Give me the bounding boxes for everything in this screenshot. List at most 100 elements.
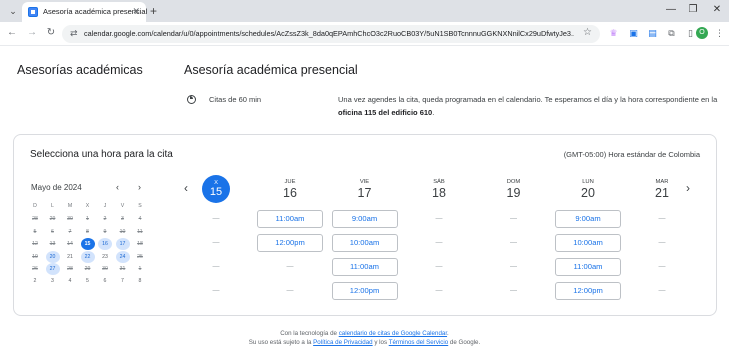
day-name: DOM [506, 179, 521, 185]
description-bold: oficina 115 del edificio 610 [338, 107, 433, 117]
mini-calendar-day[interactable]: 17 [115, 238, 130, 251]
mini-calendar-day: 1 [138, 266, 142, 272]
mini-calendar-next-icon[interactable]: › [138, 182, 141, 192]
mini-calendar-day[interactable]: 24 [115, 250, 130, 263]
no-slot-dash: — [212, 263, 220, 270]
card-title: Selecciona una hora para la cita [30, 149, 173, 160]
mini-calendar-weekday: D [33, 203, 37, 209]
day-header[interactable]: LUN 20 [558, 177, 618, 200]
day-header[interactable]: VIE 17 [335, 177, 395, 200]
mini-calendar-day: 13 [49, 241, 56, 248]
mini-calendar-day[interactable]: 22 [80, 250, 95, 263]
mini-calendar-day[interactable]: 15 [80, 238, 95, 251]
address-bar[interactable]: ⇄ calendar.google.com/calendar/u/0/appoi… [62, 25, 600, 43]
time-slot-button[interactable]: 12:00pm [555, 282, 621, 300]
site-info-icon[interactable]: ⇄ [70, 28, 78, 39]
extensions-puzzle-icon[interactable]: ⧉ [666, 28, 677, 39]
profile-avatar[interactable]: O [696, 27, 708, 39]
side-panel-icon[interactable]: ▯ [685, 28, 696, 39]
day-number: 17 [357, 186, 372, 200]
back-icon[interactable]: ← [6, 27, 18, 38]
extension-record-icon[interactable]: ▣ [628, 28, 639, 39]
footer-legal-end: de Google. [448, 339, 481, 346]
mini-calendar-day: 25 [137, 253, 143, 260]
new-tab-icon[interactable]: + [150, 4, 157, 18]
time-slot-button[interactable]: 12:00pm [257, 234, 323, 252]
day-header[interactable]: DOM 19 [484, 177, 544, 200]
privacy-policy-link[interactable]: Política de Privacidad [313, 339, 373, 346]
mini-calendar-day[interactable]: 27 [45, 263, 60, 275]
tab-search-icon[interactable]: ⌄ [6, 5, 20, 17]
day-number: 19 [506, 186, 521, 200]
mini-calendar-day: 2 [103, 216, 107, 223]
no-slot-dash: — [286, 263, 294, 270]
day-header[interactable]: MAR 21 [632, 177, 692, 200]
time-slot-button[interactable]: 12:00pm [331, 282, 398, 300]
mini-calendar-day: 23 [102, 253, 108, 260]
mini-calendar-weekday: V [120, 203, 125, 209]
time-slot-button[interactable]: 11:00am [555, 258, 621, 276]
footer-text: Con la tecnología de [280, 330, 339, 337]
day-name: VIE [359, 179, 370, 185]
mini-calendar-weekday: M [67, 203, 73, 209]
description-text: Una vez agendes la cita, queda programad… [338, 95, 718, 104]
mini-calendar-day: 4 [138, 216, 142, 223]
bookmark-star-icon[interactable]: ☆ [583, 27, 592, 38]
mini-calendar-prev-icon[interactable]: ‹ [116, 182, 119, 192]
mini-calendar-day: 6 [51, 228, 54, 235]
time-slot-button[interactable]: 9:00am [331, 210, 398, 228]
more-menu-icon[interactable]: ⋮ [714, 28, 725, 39]
extension-doc-icon[interactable]: ▤ [647, 28, 658, 39]
day-number: 21 [655, 186, 669, 200]
close-tab-icon[interactable]: ✕ [132, 6, 140, 17]
time-slot-button[interactable]: 10:00am [555, 234, 621, 252]
mini-calendar-day: 29 [49, 216, 56, 223]
no-slot-dash: — [658, 263, 666, 270]
day-number: 16 [283, 186, 297, 200]
forward-icon[interactable]: → [26, 27, 38, 38]
mini-calendar-weekday: J [103, 203, 107, 209]
mini-calendar-day: 26 [32, 266, 38, 272]
mini-calendar-day[interactable]: 20 [45, 250, 60, 263]
day-header[interactable]: JUE 16 [260, 177, 320, 200]
mini-calendar-weekday: S [138, 203, 142, 209]
time-slot-button[interactable]: 11:00am [257, 210, 323, 228]
calendar-appointments-link[interactable]: calendario de citas de Google Calendar [339, 330, 447, 337]
calendar-favicon-icon [28, 7, 38, 17]
mini-calendar-day: 28 [32, 216, 38, 223]
no-slot-dash: — [510, 287, 517, 294]
reload-icon[interactable]: ↻ [45, 27, 57, 38]
no-slot-dash: — [510, 263, 517, 270]
no-slot-dash: — [658, 287, 666, 294]
mini-calendar-day: 11 [137, 228, 143, 235]
day-header[interactable]: SÁB 18 [409, 177, 469, 200]
time-slot-button[interactable]: 10:00am [331, 234, 398, 252]
restore-icon[interactable]: ❐ [686, 4, 700, 15]
mini-calendar-day: 29 [84, 266, 91, 272]
no-slot-dash: — [212, 239, 220, 246]
mini-calendar-day: 7 [121, 278, 124, 285]
minimize-icon[interactable]: — [664, 4, 678, 15]
time-slot-button[interactable]: 9:00am [555, 210, 621, 228]
mini-calendar-day: 10 [119, 228, 126, 235]
selected-day-header[interactable]: X 15 [202, 175, 230, 203]
mini-calendar-day: 18 [137, 241, 143, 248]
extension-crown-icon[interactable]: ♛ [608, 28, 619, 39]
day-number: 18 [432, 186, 446, 200]
mini-calendar-weekday: X [85, 203, 90, 209]
footer-legal: Su uso está sujeto a la Política de Priv… [0, 339, 729, 346]
timezone-selector[interactable]: (GMT-05:00) Hora estándar de Colombia [564, 150, 700, 159]
time-slot-button[interactable]: 11:00am [331, 258, 398, 276]
mini-calendar-day: 6 [103, 278, 107, 285]
close-window-icon[interactable]: ✕ [710, 4, 724, 15]
mini-calendar-day: 30 [102, 266, 108, 272]
week-prev-icon[interactable]: ‹ [184, 181, 188, 195]
mini-calendar-weekday: L [51, 203, 54, 209]
url-text[interactable]: calendar.google.com/calendar/u/0/appoint… [84, 29, 574, 38]
day-name: MAR [655, 179, 669, 185]
service-title: Asesoría académica presencial [184, 63, 358, 77]
browser-tab[interactable]: Asesoría académica presencial ✕ [22, 2, 147, 22]
terms-of-service-link[interactable]: Términos del Servicio [389, 339, 449, 346]
no-slot-dash: — [435, 239, 443, 246]
no-slot-dash: — [212, 215, 220, 222]
